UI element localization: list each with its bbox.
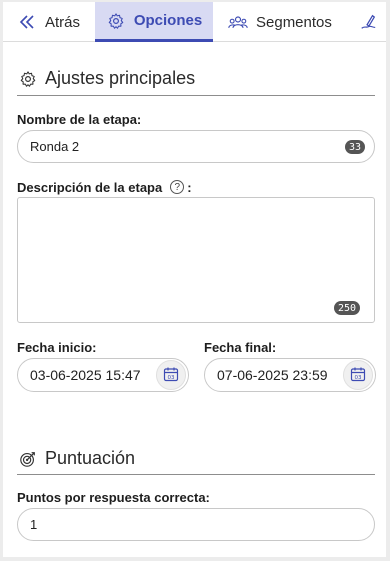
stage-name-counter: 33: [344, 140, 365, 154]
main-settings-heading: Ajustes principales: [18, 68, 195, 89]
description-label-suffix: :: [187, 179, 192, 195]
points-label: Puntos por respuesta correcta:: [17, 489, 210, 505]
tab-back-label: Atrás: [45, 13, 81, 31]
tab-segments-label: Segmentos: [256, 13, 332, 31]
description-counter: 250: [333, 301, 360, 315]
end-date-input[interactable]: 07-06-2025 23:59 03: [204, 358, 376, 392]
points-input[interactable]: 1: [17, 508, 375, 541]
stage-options-panel: Atrás Opciones Segmentos Ajustes princip…: [3, 2, 386, 557]
svg-text:03: 03: [355, 375, 362, 381]
tab-bar: Atrás Opciones Segmentos: [3, 2, 386, 42]
calendar-icon: 03: [163, 366, 179, 385]
section-divider: [17, 474, 375, 475]
tab-options[interactable]: Opciones: [95, 2, 213, 42]
users-group-icon: [228, 12, 248, 32]
description-textarea[interactable]: 250: [17, 197, 375, 323]
stage-name-value: Ronda 2: [30, 139, 80, 154]
end-date-calendar-button[interactable]: 03: [343, 360, 373, 390]
scoring-heading: Puntuación: [18, 448, 135, 469]
stage-name-input[interactable]: Ronda 2 33: [17, 130, 375, 163]
scoring-title: Puntuación: [45, 448, 136, 468]
tab-segments[interactable]: Segmentos: [228, 2, 332, 42]
end-date-label: Fecha final:: [204, 339, 277, 355]
points-value: 1: [30, 517, 38, 532]
pen-signature-icon: [358, 12, 378, 32]
tab-signature[interactable]: [358, 2, 386, 42]
section-divider: [17, 95, 375, 96]
calendar-icon: 03: [350, 366, 366, 385]
svg-text:03: 03: [168, 375, 175, 381]
gear-icon: [18, 69, 38, 89]
start-date-input[interactable]: 03-06-2025 15:47 03: [17, 358, 189, 392]
stage-name-label: Nombre de la etapa:: [17, 111, 142, 127]
description-label-text: Descripción de la etapa: [17, 179, 163, 195]
start-date-label: Fecha inicio:: [17, 339, 97, 355]
help-icon[interactable]: ?: [170, 180, 185, 194]
chevron-double-left-icon: [17, 12, 37, 32]
description-label: Descripción de la etapa ? :: [17, 179, 192, 195]
end-date-value: 07-06-2025 23:59: [217, 367, 328, 383]
target-icon: [18, 449, 38, 469]
tab-options-label: Opciones: [133, 12, 203, 29]
main-settings-title: Ajustes principales: [45, 68, 196, 88]
start-date-value: 03-06-2025 15:47: [30, 367, 141, 383]
start-date-calendar-button[interactable]: 03: [156, 360, 186, 390]
tab-back[interactable]: Atrás: [17, 2, 80, 42]
gear-icon: [106, 11, 126, 31]
